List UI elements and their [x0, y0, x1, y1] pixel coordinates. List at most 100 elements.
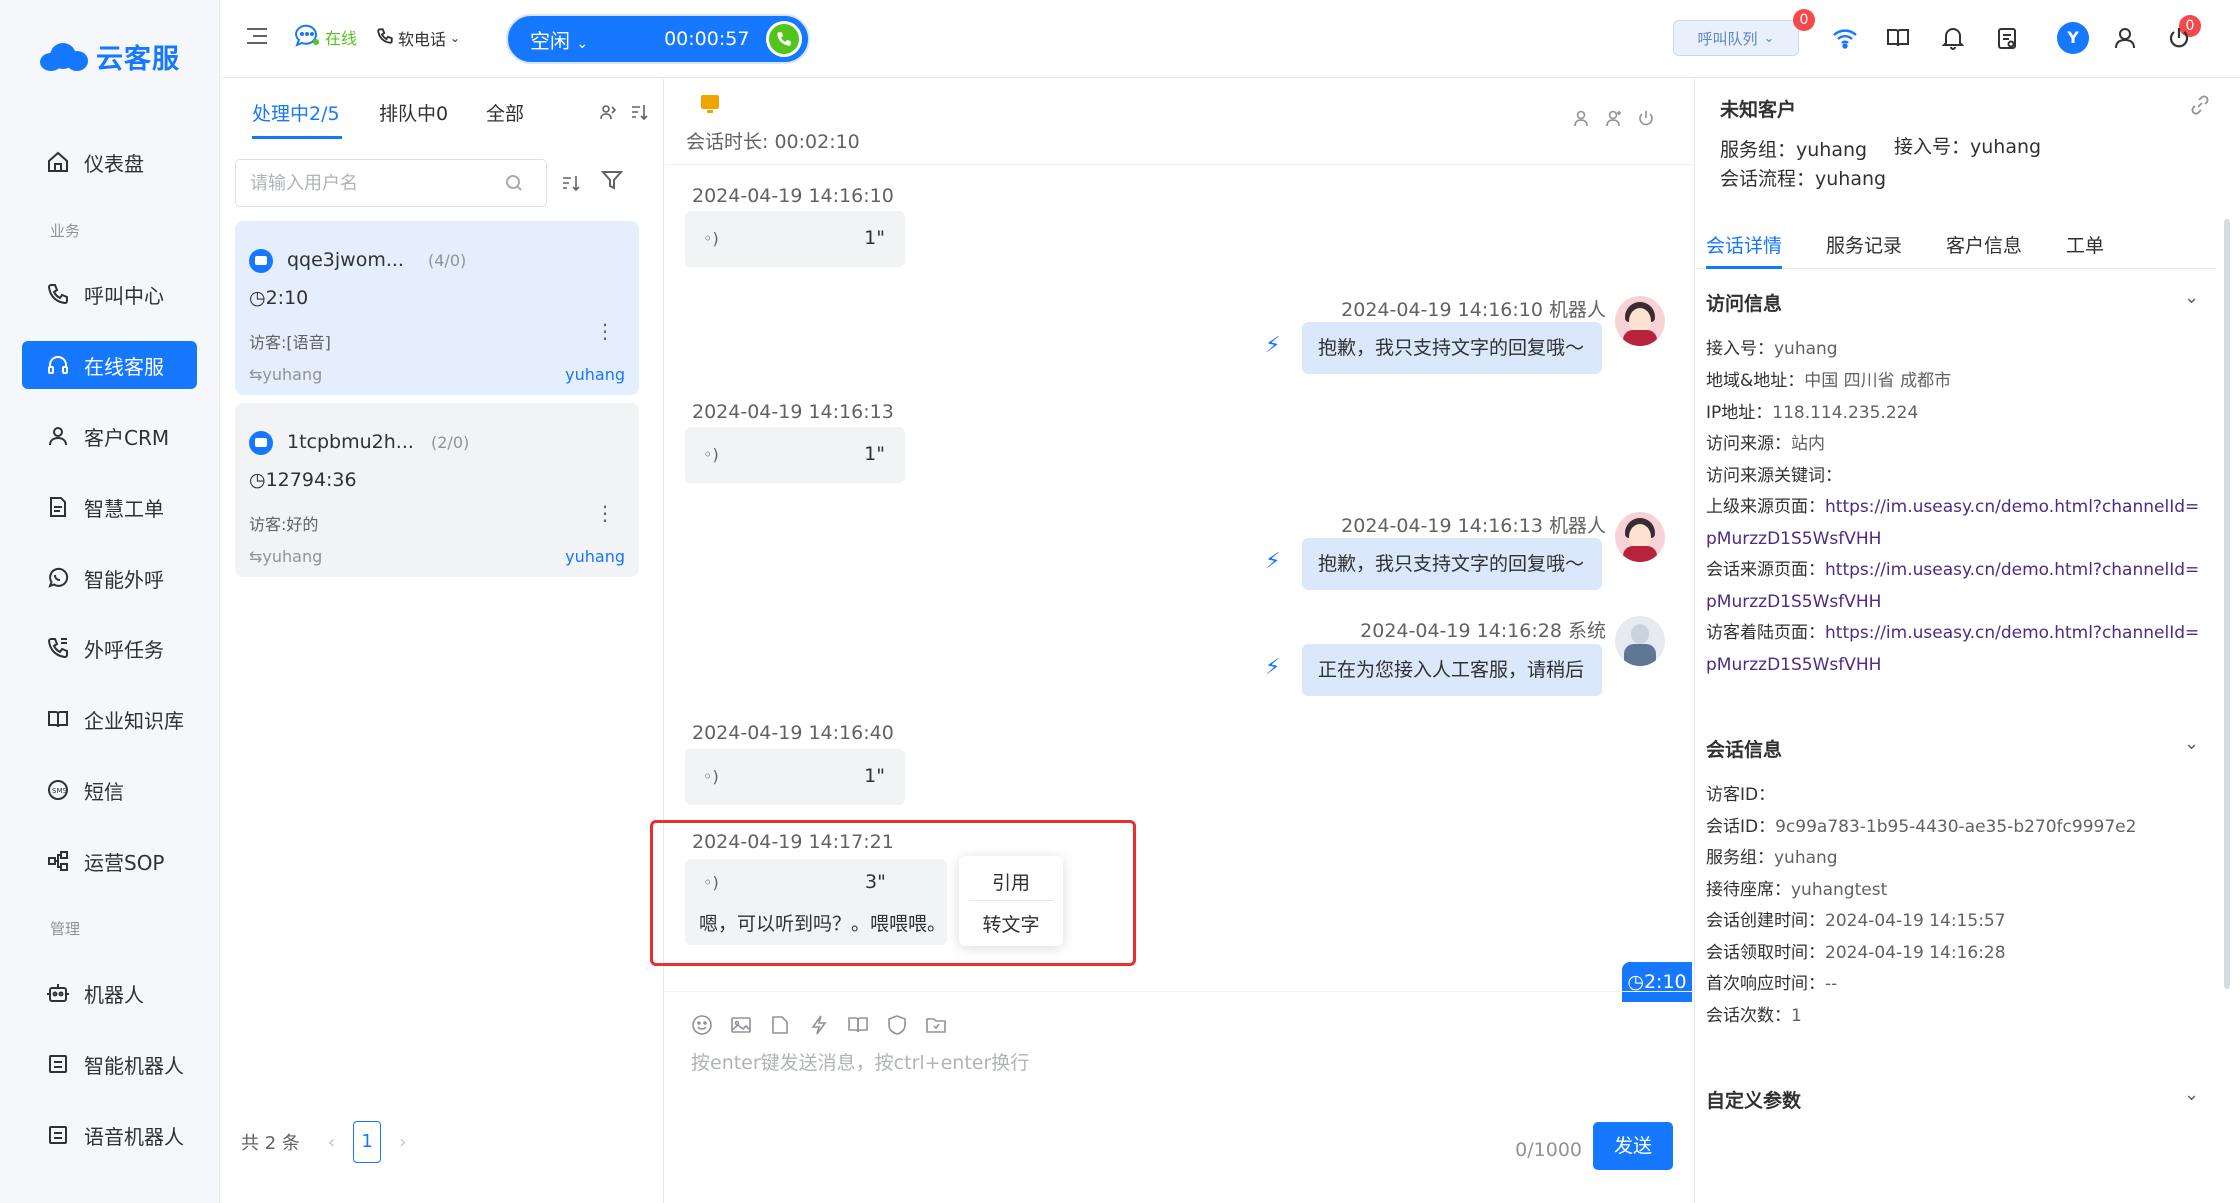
quote-menu-item[interactable]: 引用 [959, 868, 1063, 895]
to-text-menu-item[interactable]: 转文字 [959, 910, 1063, 937]
chevron-down-icon[interactable]: ⌄ [2184, 287, 2199, 308]
emoji-icon[interactable] [691, 1014, 713, 1036]
sidebar-item-online-service[interactable]: 在线客服 [22, 341, 197, 389]
app-logo[interactable]: 云客服 [40, 36, 180, 76]
sidebar-item-sms[interactable]: SMS 短信 [22, 766, 197, 814]
more-options-icon[interactable]: ⋮ [595, 319, 615, 343]
sidebar-item-call-center[interactable]: 呼叫中心 [22, 270, 197, 318]
tab-customer-info[interactable]: 客户信息 [1946, 231, 2022, 258]
profile-icon[interactable] [2111, 24, 2139, 52]
section-visit-info[interactable]: 访问信息 [1706, 289, 1782, 316]
customer-flow: 会话流程：yuhang [1720, 168, 1887, 190]
sort-icon[interactable] [630, 103, 648, 125]
sidebar-item-smart-robot[interactable]: 智能机器人 [22, 1040, 197, 1088]
bot-message: 抱歉，我只支持文字的回复哦～ [1302, 538, 1602, 590]
shield-icon[interactable] [886, 1014, 908, 1036]
chevron-down-icon[interactable]: ⌄ [2184, 1084, 2199, 1105]
softphone-dropdown[interactable]: 软电话 ⌄ [376, 26, 460, 50]
search-icon[interactable] [505, 174, 523, 192]
send-button[interactable]: 发送 [1593, 1122, 1673, 1170]
session-card[interactable]: 1tcpbmu2h... (2/0) ◷12794:36 访客:好的 ⋮ ⇆yu… [235, 403, 639, 577]
folder-icon[interactable] [925, 1014, 947, 1036]
agent-status[interactable]: 在线 [293, 22, 357, 52]
tab-queued[interactable]: 排队中0 [379, 99, 448, 126]
tab-service-records[interactable]: 服务记录 [1826, 231, 1902, 258]
field-label: 接待座席： [1706, 880, 1791, 900]
sidebar-item-knowledge-base[interactable]: 企业知识库 [22, 695, 197, 743]
url-link[interactable]: https://im.useasy.cn/demo.html?channelId… [1825, 560, 2199, 580]
chat-channel-icon [249, 249, 273, 273]
total-count: 共 2 条 [241, 1133, 300, 1154]
sidebar-item-label: 在线客服 [84, 354, 164, 379]
url-link[interactable]: pMurzzD1S5WsfVHH [1706, 529, 1881, 549]
quick-reply-icon[interactable] [808, 1014, 830, 1036]
voice-duration: 1" [864, 765, 885, 787]
url-link[interactable]: pMurzzD1S5WsfVHH [1706, 655, 1881, 675]
chevron-down-icon[interactable]: ⌄ [2184, 733, 2199, 754]
session-count: (4/0) [428, 251, 467, 270]
knowledge-icon[interactable] [847, 1014, 869, 1036]
image-icon[interactable] [730, 1014, 752, 1036]
voice-message[interactable]: ◦) 1" [685, 211, 905, 267]
more-options-icon[interactable]: ⋮ [595, 501, 615, 525]
message-input[interactable] [691, 1048, 1651, 1138]
sidebar-item-tickets[interactable]: 智慧工单 [22, 483, 197, 531]
voice-message-with-transcript[interactable]: ◦) 3" 嗯，可以听到吗？。喂喂喂。 [685, 859, 947, 945]
user-avatar[interactable]: Y [2057, 22, 2089, 54]
prev-page-icon[interactable]: ‹ [328, 1132, 335, 1153]
session-timer: ◷2:10 [249, 287, 308, 309]
call-state-label: 空闲 [530, 28, 570, 53]
call-queue-button[interactable]: 呼叫队列 ⌄ [1673, 20, 1799, 56]
field-label: IP地址： [1706, 403, 1773, 423]
power-icon[interactable] [2165, 24, 2193, 52]
end-session-icon[interactable] [1637, 109, 1655, 132]
tab-all[interactable]: 全部 [486, 99, 524, 126]
sidebar-item-label: 仪表盘 [84, 151, 144, 176]
transfer-user-icon[interactable] [1573, 109, 1591, 132]
book-icon[interactable] [1884, 24, 1912, 52]
sidebar-item-label: 语音机器人 [84, 1124, 184, 1149]
next-page-icon[interactable]: › [399, 1132, 406, 1153]
menu-collapse-icon[interactable] [247, 28, 269, 46]
voice-message[interactable]: ◦) 1" [685, 427, 905, 483]
bolt-icon: ⚡ [1265, 655, 1281, 680]
scrollbar[interactable] [2224, 219, 2230, 989]
sidebar-item-robot[interactable]: 机器人 [22, 969, 197, 1017]
bolt-icon: ⚡ [1265, 333, 1281, 358]
voice-message[interactable]: ◦) 1" [685, 749, 905, 805]
invite-user-icon[interactable] [1605, 109, 1623, 132]
transfer-users-icon[interactable] [599, 103, 617, 125]
file-icon[interactable] [769, 1014, 791, 1036]
book-icon [46, 707, 70, 731]
sidebar-item-smart-outbound[interactable]: 智能外呼 [22, 554, 197, 602]
section-session-info[interactable]: 会话信息 [1706, 735, 1782, 762]
sidebar-item-sop[interactable]: 运营SOP [22, 837, 197, 885]
tab-session-details[interactable]: 会话详情 [1706, 231, 1782, 258]
filter-icon[interactable] [600, 169, 624, 191]
tab-processing[interactable]: 处理中2/5 [252, 99, 340, 126]
sidebar-item-dashboard[interactable]: 仪表盘 [22, 138, 197, 186]
sidebar-item-outbound-tasks[interactable]: 外呼任务 [22, 624, 197, 672]
list-sort-icon[interactable] [561, 173, 581, 198]
sidebar-item-crm[interactable]: 客户CRM [22, 412, 197, 460]
tab-tickets[interactable]: 工单 [2066, 231, 2104, 258]
voice-wave-icon: ◦) [703, 873, 719, 892]
bell-icon[interactable] [1939, 24, 1967, 52]
field-parent-page-cont: pMurzzD1S5WsfVHH [1706, 528, 1881, 550]
url-link[interactable]: https://im.useasy.cn/demo.html?channelId… [1825, 497, 2199, 517]
sidebar-item-voice-robot[interactable]: 语音机器人 [22, 1111, 197, 1159]
page-number[interactable]: 1 [353, 1121, 382, 1163]
url-link[interactable]: pMurzzD1S5WsfVHH [1706, 592, 1881, 612]
link-icon[interactable] [2190, 95, 2210, 120]
search-input[interactable] [235, 159, 547, 207]
url-link[interactable]: https://im.useasy.cn/demo.html?channelId… [1825, 623, 2199, 643]
section-custom-params[interactable]: 自定义参数 [1706, 1086, 1801, 1113]
clipboard-icon[interactable] [1993, 24, 2021, 52]
wifi-icon[interactable] [1831, 24, 1859, 52]
outbound-call-icon [46, 636, 70, 660]
session-card[interactable]: qqe3jwom... (4/0) ◷2:10 访客:[语音] ⋮ ⇆yuhan… [235, 221, 639, 395]
field-label: 服务组： [1706, 848, 1774, 868]
answer-call-button[interactable] [766, 21, 802, 57]
call-state-dropdown[interactable]: 空闲 ⌄ [530, 25, 588, 54]
message-timestamp: 2024-04-19 14:16:10 [692, 185, 894, 207]
